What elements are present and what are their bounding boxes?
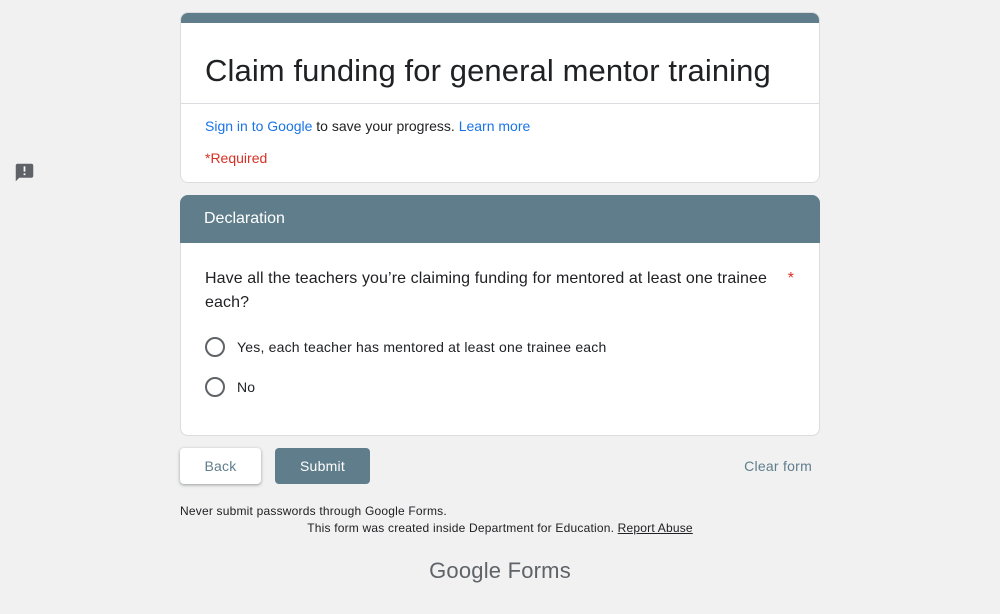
required-note: *Required xyxy=(205,150,268,166)
radio-option-no[interactable]: No xyxy=(205,367,795,407)
radio-option-yes[interactable]: Yes, each teacher has mentored at least … xyxy=(205,327,795,367)
radio-option-label: Yes, each teacher has mentored at least … xyxy=(237,339,607,355)
radio-button-icon[interactable] xyxy=(205,377,225,397)
form-container: Claim funding for general mentor trainin… xyxy=(180,12,820,518)
back-button[interactable]: Back xyxy=(180,448,261,484)
signin-link[interactable]: Sign in to Google xyxy=(205,118,312,134)
radio-group: Yes, each teacher has mentored at least … xyxy=(205,327,795,407)
question-text: Have all the teachers you’re claiming fu… xyxy=(205,270,767,311)
created-notice: This form was created inside Department … xyxy=(0,521,1000,535)
section-header: Declaration xyxy=(180,195,820,243)
clear-form-button[interactable]: Clear form xyxy=(736,448,820,484)
question-header: Have all the teachers you’re claiming fu… xyxy=(205,267,795,315)
report-feedback-icon[interactable] xyxy=(14,162,35,183)
form-title: Claim funding for general mentor trainin… xyxy=(205,53,771,88)
logo-forms-text: Forms xyxy=(507,558,571,583)
created-text: This form was created inside Department … xyxy=(307,521,615,535)
question-card: Have all the teachers you’re claiming fu… xyxy=(180,243,820,436)
signin-middle-text: to save your progress. xyxy=(312,118,459,134)
form-actions: Back Submit Clear form xyxy=(180,448,820,484)
radio-option-label: No xyxy=(237,379,256,395)
password-warning: Never submit passwords through Google Fo… xyxy=(180,504,447,518)
radio-button-icon[interactable] xyxy=(205,337,225,357)
section-title: Declaration xyxy=(204,210,285,227)
required-asterisk: * xyxy=(787,270,794,287)
submit-button[interactable]: Submit xyxy=(275,448,370,484)
form-title-card: Claim funding for general mentor trainin… xyxy=(180,12,820,183)
signin-notice: Sign in to Google to save your progress.… xyxy=(181,104,819,136)
title-accent-bar xyxy=(181,13,819,23)
learn-more-link[interactable]: Learn more xyxy=(459,118,531,134)
report-abuse-link[interactable]: Report Abuse xyxy=(618,521,693,535)
google-forms-logo[interactable]: Google Forms xyxy=(0,558,1000,584)
logo-google-text: Google xyxy=(429,558,502,583)
